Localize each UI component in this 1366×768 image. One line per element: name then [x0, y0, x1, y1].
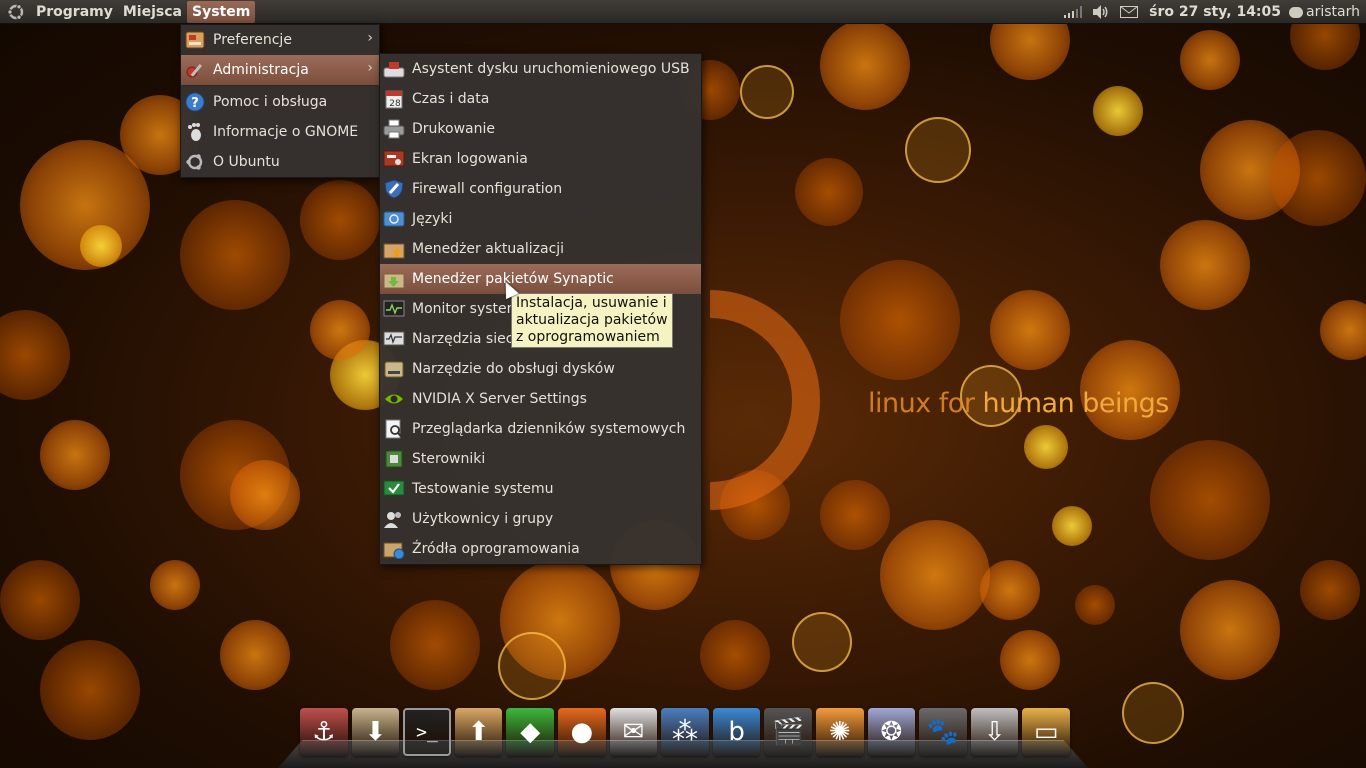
svg-text:?: ?	[191, 96, 199, 111]
menu-item-zrodla-oprogramowania[interactable]: Źródła oprogramowania	[380, 534, 701, 564]
network-signal-icon[interactable]	[1063, 4, 1083, 20]
aperture-icon[interactable]: ❂	[867, 708, 916, 756]
menu-item-menedzer-aktualizacji[interactable]: Menedżer aktualizacji	[380, 234, 701, 264]
top-panel: Programy Miejsca System śro 27 sty, 14:0…	[0, 0, 1366, 24]
menu-item-usb-creator[interactable]: Asystent dysku uruchomieniowego USB	[380, 54, 701, 84]
users-icon	[383, 509, 405, 529]
brasero-icon[interactable]: ✺	[815, 708, 864, 756]
update-box-icon[interactable]: ⬆	[454, 708, 503, 756]
wallpaper-slogan: linux for human beings	[868, 388, 1169, 419]
installer-icon[interactable]: ⇩	[970, 708, 1019, 756]
drivers-icon	[383, 449, 405, 469]
menu-item-drukowanie[interactable]: Drukowanie	[380, 114, 701, 144]
menu-item-testowanie-systemu[interactable]: Testowanie systemu	[380, 474, 701, 504]
firewall-shield-icon	[383, 179, 405, 199]
menu-item-jezyki[interactable]: Języki	[380, 204, 701, 234]
menu-item-synaptic[interactable]: Menedżer pakietów Synaptic	[380, 264, 701, 294]
chat-bubble-icon	[1289, 6, 1304, 18]
network-tools-icon	[383, 329, 405, 349]
chevron-right-icon: ›	[367, 60, 373, 76]
menu-item-pomoc[interactable]: ? Pomoc i obsługa	[181, 87, 379, 117]
banshee-icon[interactable]: b	[712, 708, 761, 756]
home-folder-icon[interactable]: ▭	[1022, 708, 1070, 756]
terminal-icon[interactable]: >_	[403, 708, 451, 756]
synaptic-icon	[383, 269, 405, 289]
user-menu[interactable]: aristarh	[1289, 4, 1360, 20]
administration-icon	[184, 60, 206, 80]
printer-icon	[383, 119, 405, 139]
firefox-icon[interactable]: ●	[558, 708, 606, 756]
dock: ⚓ ⬇ >_ ⬆ ◆ ● ✉ ⁂ b 🎬 ✺ ❂ 🐾 ⇩ ▭	[300, 706, 1070, 756]
log-viewer-icon	[383, 419, 405, 439]
system-tray: śro 27 sty, 14:05 aristarh	[1059, 0, 1366, 24]
login-screen-icon	[383, 149, 405, 169]
menu-item-uzytkownicy-grupy[interactable]: Użytkownicy i grupy	[380, 504, 701, 534]
system-monitor-icon	[383, 299, 405, 319]
ubuntu-logo-icon	[184, 152, 206, 172]
update-manager-icon	[383, 239, 405, 259]
menu-item-narzedzie-dyskow[interactable]: Narzędzie do obsługi dysków	[380, 354, 701, 384]
menu-item-administracja[interactable]: Administracja ›	[181, 55, 379, 85]
menu-item-sterowniki[interactable]: Sterowniki	[380, 444, 701, 474]
system-menu: Preferencje › Administracja › ? Pomoc i …	[180, 24, 380, 178]
tooltip: Instalacja, usuwanie i aktualizacja paki…	[511, 293, 673, 348]
software-sources-icon	[383, 539, 405, 559]
emerald-icon[interactable]: ◆	[506, 708, 554, 756]
volume-icon[interactable]	[1091, 4, 1111, 20]
mail-client-icon[interactable]: ✉	[609, 708, 658, 756]
menu-item-firewall[interactable]: Firewall configuration	[380, 174, 701, 204]
ubuntu-logo-icon[interactable]	[5, 1, 27, 23]
user-name: aristarh	[1306, 4, 1360, 20]
menu-item-czas-i-data[interactable]: 28 Czas i data	[380, 84, 701, 114]
menu-item-przegladarka-dziennikow[interactable]: Przeglądarka dzienników systemowych	[380, 414, 701, 444]
menu-programy[interactable]: Programy	[31, 1, 118, 23]
calendar-icon: 28	[383, 89, 405, 109]
languages-icon	[383, 209, 405, 229]
gimp-icon[interactable]: 🐾	[919, 708, 967, 756]
chevron-right-icon: ›	[367, 30, 373, 46]
disk-utility-icon	[383, 359, 405, 379]
preferences-icon	[184, 30, 206, 50]
menu-item-informacje-gnome[interactable]: Informacje o GNOME	[181, 117, 379, 147]
slogan-part2: human beings	[982, 388, 1170, 419]
nvidia-icon	[383, 389, 405, 409]
usb-disk-icon	[383, 59, 405, 79]
anchor-icon[interactable]: ⚓	[300, 708, 348, 756]
menu-miejsca[interactable]: Miejsca	[118, 1, 187, 23]
download-box-icon[interactable]: ⬇	[351, 708, 400, 756]
menu-system[interactable]: System	[186, 0, 256, 23]
menu-item-preferencje[interactable]: Preferencje ›	[181, 25, 379, 55]
svg-text:28: 28	[389, 99, 401, 109]
help-icon: ?	[184, 92, 206, 112]
system-testing-icon	[383, 479, 405, 499]
messenger-icon[interactable]: ⁂	[661, 708, 709, 756]
menu-item-ekran-logowania[interactable]: Ekran logowania	[380, 144, 701, 174]
menu-item-o-ubuntu[interactable]: O Ubuntu	[181, 147, 379, 177]
video-editor-icon[interactable]: 🎬	[764, 708, 812, 756]
clock[interactable]: śro 27 sty, 14:05	[1149, 4, 1281, 20]
gnome-footprint-icon	[184, 122, 206, 142]
mail-icon[interactable]	[1119, 4, 1139, 20]
slogan-part1: linux for	[868, 388, 983, 419]
menu-item-nvidia-settings[interactable]: NVIDIA X Server Settings	[380, 384, 701, 414]
